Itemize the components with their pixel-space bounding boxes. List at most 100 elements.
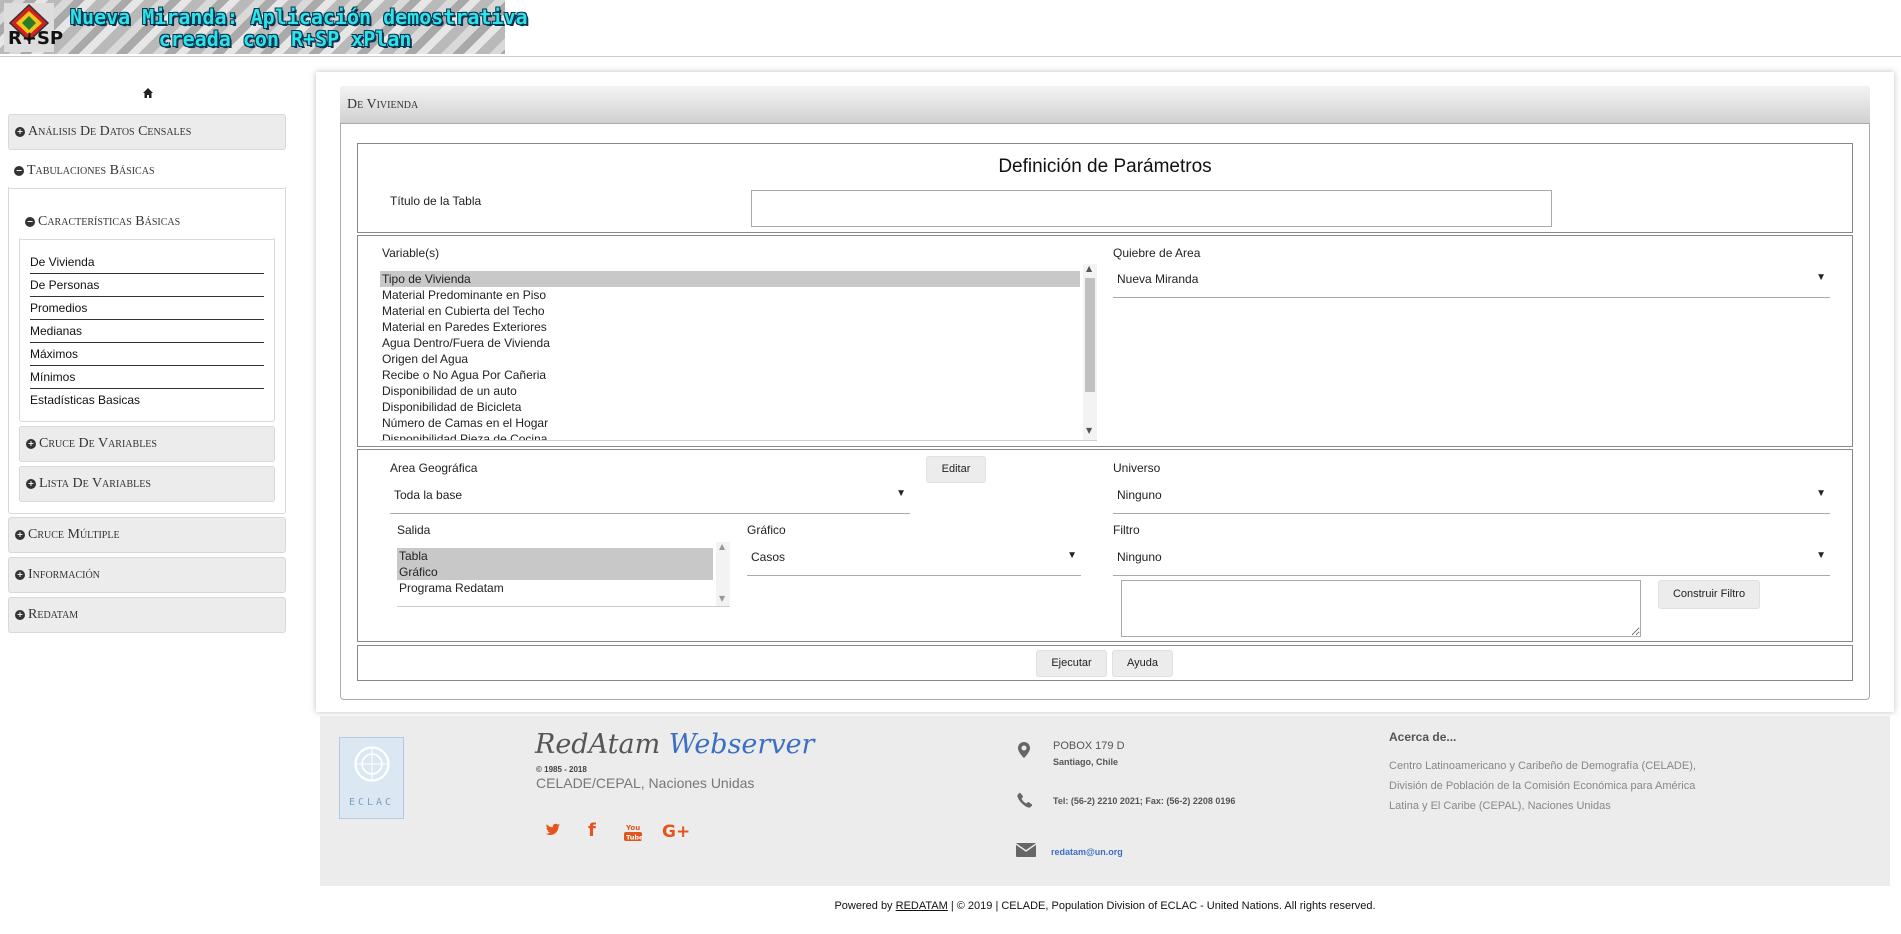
- google-plus-icon[interactable]: G+: [662, 822, 690, 842]
- powered-by-line: Powered by REDATAM | © 2019 | CELADE, Po…: [320, 900, 1890, 912]
- plus-circle-icon: +: [15, 127, 25, 137]
- scroll-down-icon[interactable]: ▼: [1086, 426, 1092, 435]
- accordion-tabulaciones[interactable]: − Tabulaciones Básicas: [8, 153, 286, 189]
- header-banner: R+SP Nueva Miranda: Aplicación demostrat…: [0, 0, 1901, 57]
- variable-option[interactable]: Agua Dentro/Fuera de Vivienda: [380, 335, 1080, 351]
- copyright-years: © 1985 - 2018: [536, 765, 587, 774]
- sidebar-link-de-personas[interactable]: De Personas: [30, 274, 264, 297]
- un-emblem-icon: [354, 746, 390, 782]
- table-title-input[interactable]: [751, 190, 1552, 227]
- plus-circle-icon: +: [26, 479, 36, 489]
- scroll-up-icon[interactable]: ▲: [1086, 264, 1092, 273]
- salida-label: Salida: [397, 523, 431, 537]
- accordion-informacion[interactable]: + Información: [8, 557, 286, 593]
- variable-option[interactable]: Disponibilidad Pieza de Cocina: [380, 431, 1080, 440]
- salida-option[interactable]: Tabla: [397, 548, 713, 564]
- salida-listbox[interactable]: Tabla Gráfico Programa Redatam ▲ ▼: [397, 542, 730, 607]
- salida-scrollbar[interactable]: ▲ ▼: [716, 542, 730, 606]
- plus-circle-icon: +: [15, 610, 25, 620]
- email-link[interactable]: redatam@un.org: [1051, 847, 1123, 857]
- sidebar-link-estadisticas[interactable]: Estadísticas Basicas: [30, 389, 264, 411]
- params-title: Definición de Parámetros: [998, 156, 1212, 177]
- ejecutar-button[interactable]: Ejecutar: [1036, 650, 1107, 677]
- variable-option[interactable]: Material en Cubierta del Techo: [380, 303, 1080, 319]
- area-label: Area Geográfica: [390, 461, 478, 475]
- filtro-value: Ninguno: [1117, 550, 1162, 564]
- org-name: CELADE/CEPAL, Naciones Unidas: [536, 775, 755, 791]
- sidebar-link-de-vivienda[interactable]: De Vivienda: [30, 251, 264, 274]
- plus-circle-icon: +: [15, 570, 25, 580]
- caret-down-icon: ▼: [1816, 488, 1826, 499]
- accordion-cruce-multiple[interactable]: + Cruce Múltiple: [8, 517, 286, 553]
- svg-text:You: You: [625, 824, 640, 832]
- accordion-caracteristicas[interactable]: − Características Básicas: [19, 204, 275, 240]
- accordion-analisis[interactable]: + Análisis De Datos Censales: [8, 114, 286, 150]
- footer-bottom-bar: Powered by REDATAM | © 2019 | CELADE, Po…: [320, 886, 1890, 926]
- accordion-label: Cruce De Variables: [39, 436, 157, 451]
- editar-button[interactable]: Editar: [926, 456, 986, 483]
- powered-suffix: | © 2019 | CELADE, Population Division o…: [950, 900, 1376, 912]
- about-text-line1: Centro Latinoamericano y Caribeño de Dem…: [1389, 760, 1696, 772]
- scroll-down-icon[interactable]: ▼: [719, 594, 725, 603]
- variable-option[interactable]: Material en Paredes Exteriores: [380, 319, 1080, 335]
- caret-down-icon: ▼: [1816, 272, 1826, 283]
- plus-circle-icon: +: [26, 439, 36, 449]
- panel-heading: De Vivienda: [347, 97, 419, 112]
- brand-name: RedAtam Webserver: [535, 729, 814, 760]
- variable-option[interactable]: Número de Camas en el Hogar: [380, 415, 1080, 431]
- accordion-cruce-variables[interactable]: + Cruce De Variables: [19, 426, 275, 462]
- variables-scrollbar[interactable]: ▲ ▼: [1083, 264, 1097, 440]
- sidebar-link-minimos[interactable]: Mínimos: [30, 366, 264, 389]
- ayuda-button[interactable]: Ayuda: [1112, 650, 1173, 677]
- area-value: Toda la base: [394, 488, 463, 502]
- app-title-line1: Nueva Miranda: Aplicación demostrativa: [70, 5, 528, 29]
- phone-icon: [1017, 792, 1033, 812]
- construir-filtro-button[interactable]: Construir Filtro: [1658, 580, 1760, 609]
- variable-option[interactable]: Material Predominante en Piso: [380, 287, 1080, 303]
- variables-listbox[interactable]: Tipo de Vivienda Material Predominante en…: [380, 264, 1097, 441]
- accordion-label: Análisis De Datos Censales: [28, 124, 192, 139]
- universo-select[interactable]: Ninguno ▼: [1113, 483, 1830, 514]
- home-icon[interactable]: [142, 84, 154, 98]
- sidebar-link-medianas[interactable]: Medianas: [30, 320, 264, 343]
- variables-label: Variable(s): [382, 246, 440, 260]
- sidebar-link-maximos[interactable]: Máximos: [30, 343, 264, 366]
- about-text-line3: Latina y El Caribe (CEPAL), Naciones Uni…: [1389, 800, 1611, 812]
- sidebar-link-promedios[interactable]: Promedios: [30, 297, 264, 320]
- grafico-select[interactable]: Casos ▼: [747, 545, 1081, 576]
- quiebre-select[interactable]: Nueva Miranda ▼: [1113, 267, 1830, 298]
- redatam-link[interactable]: REDATAM: [896, 900, 948, 912]
- brand-part2: Webserver: [668, 729, 815, 760]
- minus-circle-icon: −: [14, 165, 24, 176]
- variable-option[interactable]: Origen del Agua: [380, 351, 1080, 367]
- scrollbar-thumb[interactable]: [1085, 278, 1095, 392]
- twitter-icon[interactable]: [544, 822, 562, 842]
- panel-header: De Vivienda: [340, 86, 1870, 124]
- powered-prefix: Powered by: [834, 900, 893, 912]
- variable-option[interactable]: Recibe o No Agua Por Cañeria: [380, 367, 1080, 383]
- accordion-lista-variables[interactable]: + Lista De Variables: [19, 466, 275, 502]
- variable-option[interactable]: Tipo de Vivienda: [380, 271, 1080, 287]
- variable-option[interactable]: Disponibilidad de un auto: [380, 383, 1080, 399]
- salida-option[interactable]: Gráfico: [397, 564, 713, 580]
- un-eclac-logo: ECLAC: [339, 737, 404, 819]
- youtube-icon[interactable]: You Tube: [623, 822, 644, 842]
- location-pin-icon: [1018, 742, 1030, 762]
- app-title-line2: creada con R+SP xPlan: [158, 27, 412, 51]
- svg-text:Tube: Tube: [626, 834, 643, 842]
- plus-circle-icon: +: [15, 530, 25, 540]
- filtro-label: Filtro: [1113, 523, 1140, 537]
- accordion-redatam[interactable]: + Redatam: [8, 597, 286, 633]
- universo-value: Ninguno: [1117, 488, 1162, 502]
- area-select[interactable]: Toda la base ▼: [390, 483, 910, 514]
- minus-circle-icon: −: [25, 216, 35, 227]
- filtro-expression-textarea[interactable]: [1121, 580, 1641, 637]
- salida-option[interactable]: Programa Redatam: [397, 580, 713, 596]
- facebook-icon[interactable]: f: [588, 820, 596, 841]
- filtro-select[interactable]: Ninguno ▼: [1113, 545, 1830, 576]
- variable-option[interactable]: Disponibilidad de Bicicleta: [380, 399, 1080, 415]
- scroll-up-icon[interactable]: ▲: [719, 542, 725, 551]
- universo-label: Universo: [1113, 461, 1161, 475]
- accordion-label: Tabulaciones Básicas: [27, 162, 155, 178]
- accordion-label: Lista De Variables: [39, 476, 151, 491]
